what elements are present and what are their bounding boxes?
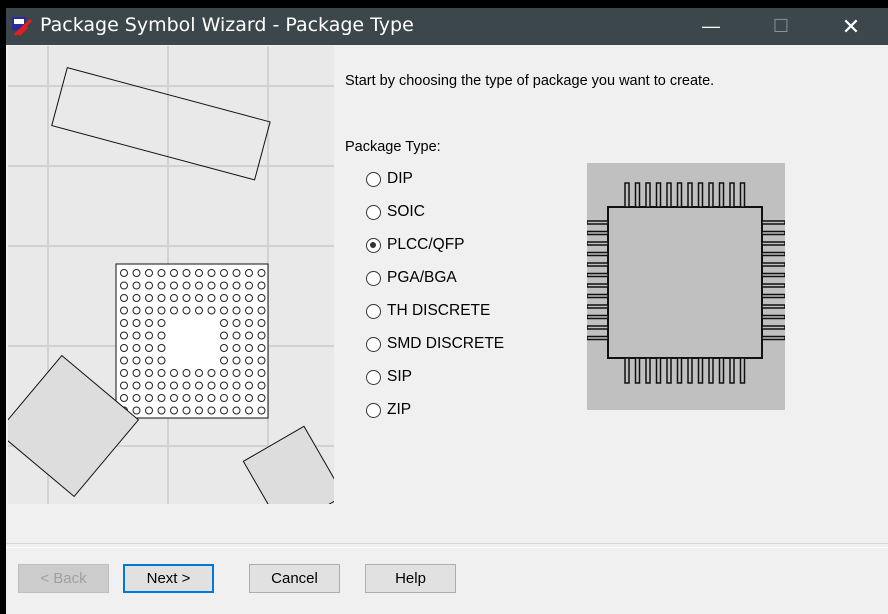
pin [761,283,785,288]
minimize-icon: — [702,16,720,36]
help-button[interactable]: Help [365,564,456,593]
radio-label: TH DISCRETE [387,302,491,319]
pin [761,262,785,267]
pin [634,182,641,208]
close-icon: ✕ [841,14,861,39]
package-preview [587,163,785,410]
pin [761,230,785,236]
pin [739,182,746,208]
pin [655,357,662,384]
pin [708,357,714,384]
radio-soic[interactable]: SOIC [366,201,425,223]
pin [676,357,683,384]
title-bar: Package Symbol Wizard - Package Type — ☐… [6,8,888,45]
radio-label: PLCC/QFP [387,236,465,253]
pin [624,357,630,384]
radio-sip[interactable]: SIP [366,366,412,388]
radio-circle[interactable] [366,402,381,418]
radio-circle[interactable] [366,204,381,220]
radio-circle[interactable] [366,237,381,253]
pin [718,182,725,208]
pin [587,220,609,225]
pin [708,182,714,208]
pin [587,283,609,288]
radio-label: SMD DISCRETE [387,335,505,352]
pin [634,357,641,384]
pin [676,182,683,208]
back-button[interactable]: < Back [18,564,109,593]
pin [729,182,735,208]
pin [761,241,785,246]
radio-plcc-qfp[interactable]: PLCC/QFP [366,234,465,256]
pin [687,182,693,208]
radio-label: DIP [387,170,413,187]
pin [697,182,704,208]
pin [624,182,630,208]
radio-circle[interactable] [366,303,381,319]
pin [761,335,785,341]
radio-circle[interactable] [366,270,381,286]
app-icon [12,17,33,36]
pin [761,272,785,278]
pin [761,220,785,225]
separator [6,543,888,548]
pin [587,230,609,236]
wizard-window: Package Symbol Wizard - Package Type — ☐… [6,8,888,614]
radio-label: PGA/BGA [387,269,457,286]
pin [587,241,609,246]
pin [587,304,609,309]
pin [761,325,785,330]
radio-pga-bga[interactable]: PGA/BGA [366,267,457,289]
minimize-button[interactable]: — [688,8,734,45]
pin [687,357,693,384]
maximize-icon: ☐ [772,16,790,36]
close-button[interactable]: ✕ [828,8,874,45]
radio-th-discrete[interactable]: TH DISCRETE [366,300,490,322]
radio-label: ZIP [387,401,412,418]
pin [645,182,651,208]
pin [761,304,785,309]
radio-label: SIP [387,368,412,385]
pin [587,335,609,341]
pin [666,182,672,208]
window-title: Package Symbol Wizard - Package Type [40,14,414,36]
radio-zip[interactable]: ZIP [366,399,411,421]
pin [729,357,735,384]
radio-circle[interactable] [366,336,381,352]
pin [655,182,662,208]
pin [761,251,785,257]
pin [666,357,672,384]
maximize-button[interactable]: ☐ [758,8,804,45]
pin [587,293,609,299]
radio-label: SOIC [387,203,425,220]
radio-circle[interactable] [366,369,381,385]
pin [739,357,746,384]
pin [587,262,609,267]
cancel-button[interactable]: Cancel [249,564,340,593]
pin [587,325,609,330]
radio-circle[interactable] [366,171,381,187]
radio-dip[interactable]: DIP [366,168,413,190]
next-button[interactable]: Next > [123,564,214,593]
pin [645,357,651,384]
pin [587,314,609,320]
package-illustration [8,46,334,504]
radio-smd-discrete[interactable]: SMD DISCRETE [366,333,504,355]
package-type-label: Package Type: [345,139,441,155]
pin [587,251,609,257]
pin [697,357,704,384]
pin [761,293,785,299]
pin [587,272,609,278]
pin [761,314,785,320]
intro-text: Start by choosing the type of package yo… [345,73,715,89]
pin [718,357,725,384]
